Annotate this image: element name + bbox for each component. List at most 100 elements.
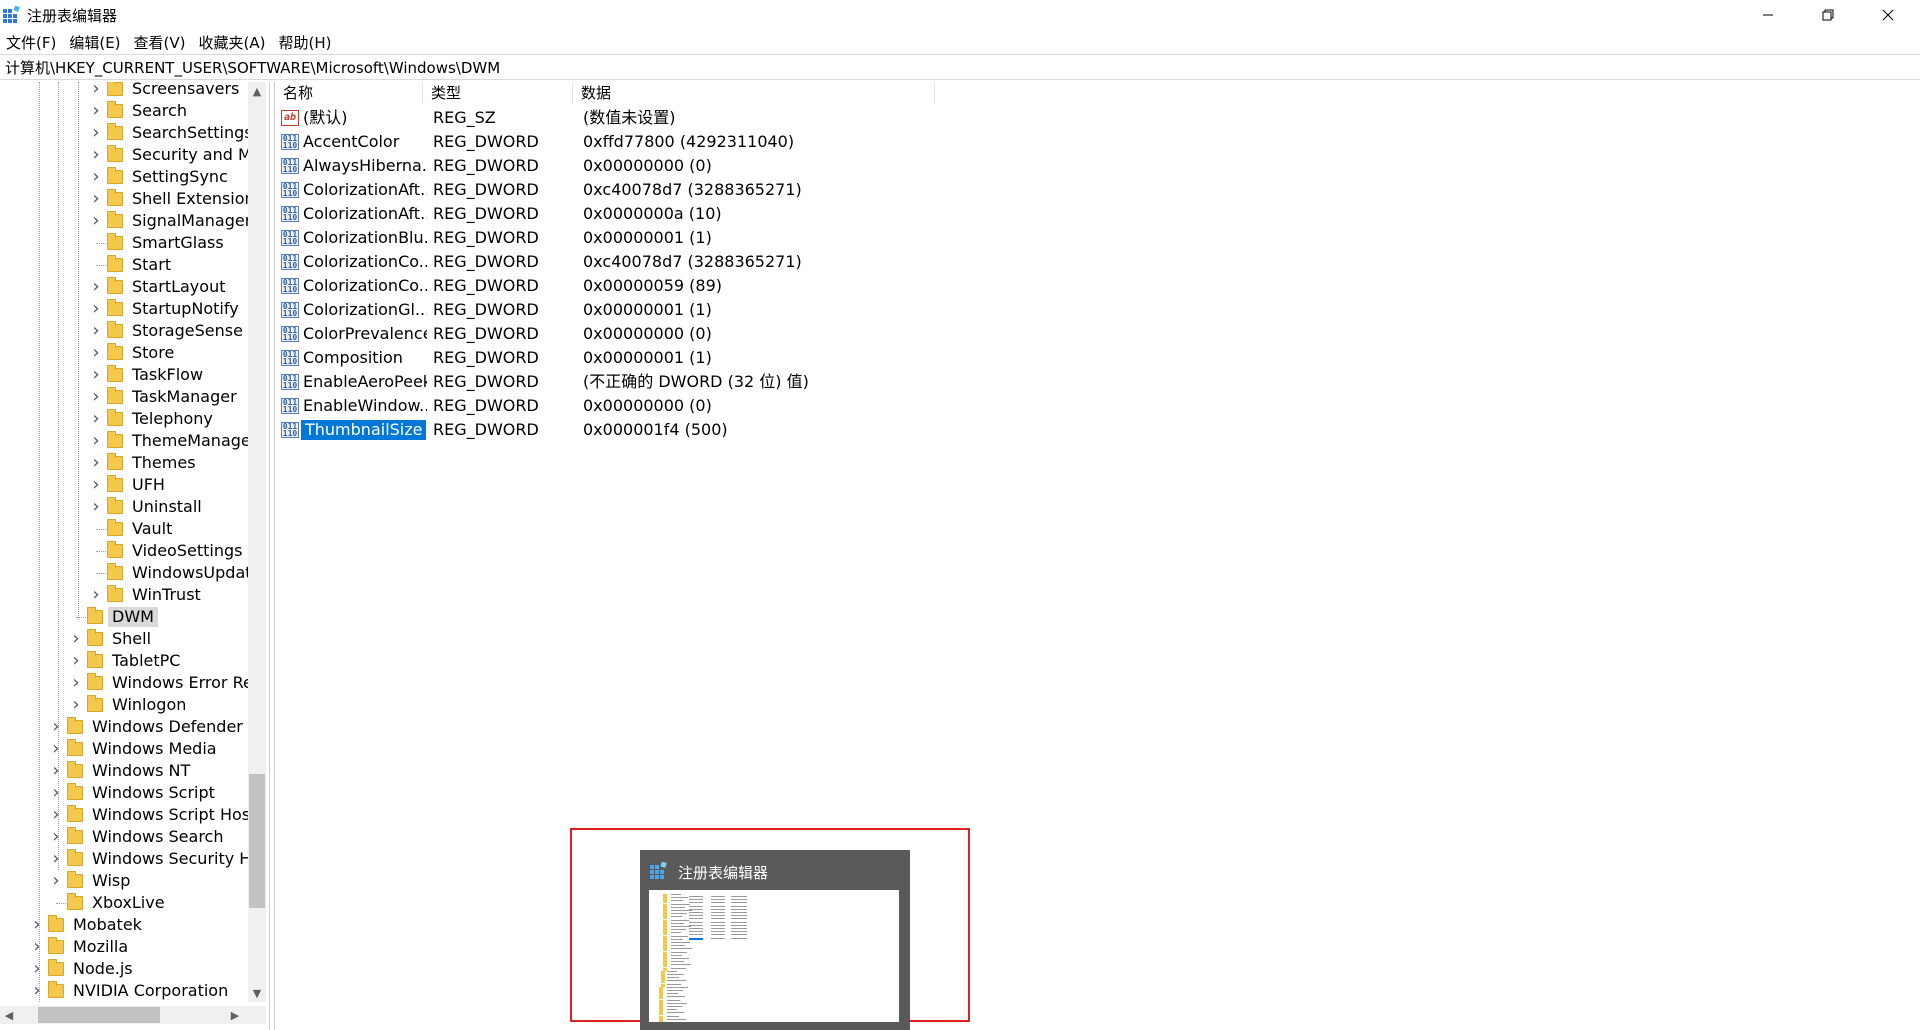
tree-item[interactable]: › Security and Ma: [0, 144, 248, 166]
chevron-right-icon[interactable]: ›: [50, 782, 62, 804]
chevron-right-icon[interactable]: ›: [90, 298, 102, 320]
tree-item[interactable]: › Windows Security He: [0, 848, 248, 870]
tree-item[interactable]: › Mozilla: [0, 936, 248, 958]
chevron-right-icon[interactable]: ›: [90, 320, 102, 342]
tree-item[interactable]: SmartGlass: [0, 232, 248, 254]
chevron-right-icon[interactable]: ›: [90, 144, 102, 166]
chevron-right-icon[interactable]: ›: [90, 188, 102, 210]
tree-item[interactable]: › Windows Defender Se: [0, 716, 248, 738]
chevron-right-icon[interactable]: ›: [90, 496, 102, 518]
tree-item[interactable]: › Shell Extensions: [0, 188, 248, 210]
tree-item[interactable]: Start: [0, 254, 248, 276]
menu-file[interactable]: 文件(F): [6, 32, 56, 53]
tree-item[interactable]: › TaskManager: [0, 386, 248, 408]
tree-item[interactable]: › Store: [0, 342, 248, 364]
tree-item[interactable]: › Windows Media: [0, 738, 248, 760]
chevron-right-icon[interactable]: ›: [90, 276, 102, 298]
chevron-right-icon[interactable]: ›: [90, 474, 102, 496]
tree-item[interactable]: › Node.js: [0, 958, 248, 980]
value-row[interactable]: 011 110 ColorPrevalence REG_DWORD 0x00000000…: [275, 322, 1175, 346]
tree-item[interactable]: › SignalManager: [0, 210, 248, 232]
chevron-right-icon[interactable]: ›: [50, 804, 62, 826]
menu-view[interactable]: 查看(V): [134, 32, 186, 53]
column-type-header[interactable]: 类型: [423, 82, 573, 104]
menu-help[interactable]: 帮助(H): [278, 32, 331, 53]
value-row[interactable]: 011 110 Composition REG_DWORD 0x00000001 (1): [275, 346, 1175, 370]
scroll-left-icon[interactable]: ◀: [0, 1006, 18, 1024]
tree-item[interactable]: › Windows NT: [0, 760, 248, 782]
tree-item[interactable]: › ThemeManager: [0, 430, 248, 452]
tree-item[interactable]: › StorageSense: [0, 320, 248, 342]
tree-item[interactable]: › Shell: [0, 628, 248, 650]
value-row[interactable]: 011 110 ColorizationGl... REG_DWORD 0x000000…: [275, 298, 1175, 322]
tree-item[interactable]: › Themes: [0, 452, 248, 474]
tree-vertical-scrollbar[interactable]: ▲ ▼: [248, 82, 266, 1002]
tree-item[interactable]: › TaskFlow: [0, 364, 248, 386]
tree-hscroll-thumb[interactable]: [38, 1007, 160, 1023]
tree-item[interactable]: › Mobatek: [0, 914, 248, 936]
value-row[interactable]: ab (默认) REG_SZ (数值未设置): [275, 106, 1175, 130]
tree-item[interactable]: › Windows Search: [0, 826, 248, 848]
tree-item[interactable]: WindowsUpdate: [0, 562, 248, 584]
chevron-right-icon[interactable]: ›: [31, 980, 43, 1002]
address-bar[interactable]: 计算机\HKEY_CURRENT_USER\SOFTWARE\Microsoft…: [0, 54, 1920, 80]
chevron-right-icon[interactable]: ›: [70, 628, 82, 650]
value-row[interactable]: 011 110 ColorizationCo... REG_DWORD 0xc40078…: [275, 250, 1175, 274]
taskbar-thumbnail[interactable]: 注册表编辑器: [640, 850, 910, 1030]
tree-item[interactable]: › Wisp: [0, 870, 248, 892]
tree-item[interactable]: DWM: [0, 606, 248, 628]
chevron-right-icon[interactable]: ›: [50, 870, 62, 892]
column-name-header[interactable]: 名称: [275, 82, 423, 104]
tree-item[interactable]: VideoSettings: [0, 540, 248, 562]
tree-item[interactable]: › TabletPC: [0, 650, 248, 672]
value-row[interactable]: 011 110 ColorizationCo... REG_DWORD 0x000000…: [275, 274, 1175, 298]
chevron-right-icon[interactable]: ›: [90, 100, 102, 122]
tree-item[interactable]: › Screensavers: [0, 82, 248, 100]
tree-item[interactable]: › StartLayout: [0, 276, 248, 298]
chevron-right-icon[interactable]: ›: [90, 452, 102, 474]
tree-item[interactable]: › Windows Script Host: [0, 804, 248, 826]
chevron-right-icon[interactable]: ›: [31, 914, 43, 936]
value-row[interactable]: 011 110 ColorizationAft... REG_DWORD 0xc4007…: [275, 178, 1175, 202]
close-button[interactable]: [1859, 0, 1917, 30]
chevron-right-icon[interactable]: ›: [90, 584, 102, 606]
chevron-right-icon[interactable]: ›: [70, 694, 82, 716]
value-row[interactable]: 011 110 EnableAeroPeek REG_DWORD (不正确的 DWORD…: [275, 370, 1175, 394]
value-row[interactable]: 011 110 ColorizationAft... REG_DWORD 0x00000…: [275, 202, 1175, 226]
tree-item[interactable]: › Telephony: [0, 408, 248, 430]
scroll-up-icon[interactable]: ▲: [248, 82, 266, 100]
scroll-right-icon[interactable]: ▶: [226, 1006, 244, 1024]
chevron-right-icon[interactable]: ›: [90, 386, 102, 408]
tree-scroll-thumb[interactable]: [249, 774, 265, 908]
value-row[interactable]: 011 110 AccentColor REG_DWORD 0xffd77800 (42…: [275, 130, 1175, 154]
tree-item[interactable]: › Search: [0, 100, 248, 122]
chevron-right-icon[interactable]: ›: [50, 738, 62, 760]
tree-item[interactable]: › Windows Error Rep: [0, 672, 248, 694]
chevron-right-icon[interactable]: ›: [90, 364, 102, 386]
value-row[interactable]: 011 110 EnableWindow... REG_DWORD 0x00000000…: [275, 394, 1175, 418]
chevron-right-icon[interactable]: ›: [90, 82, 102, 100]
chevron-right-icon[interactable]: ›: [90, 166, 102, 188]
value-row[interactable]: 011 110 ThumbnailSize REG_DWORD 0x000001f4 (…: [275, 418, 1175, 442]
chevron-right-icon[interactable]: ›: [50, 716, 62, 738]
column-data-header[interactable]: 数据: [573, 82, 935, 104]
chevron-right-icon[interactable]: ›: [90, 210, 102, 232]
tree-item[interactable]: › UFH: [0, 474, 248, 496]
chevron-right-icon[interactable]: ›: [90, 430, 102, 452]
minimize-button[interactable]: [1739, 0, 1797, 30]
chevron-right-icon[interactable]: ›: [90, 122, 102, 144]
chevron-right-icon[interactable]: ›: [50, 848, 62, 870]
value-row[interactable]: 011 110 ColorizationBlu... REG_DWORD 0x00000…: [275, 226, 1175, 250]
tree-item[interactable]: › Windows Script: [0, 782, 248, 804]
chevron-right-icon[interactable]: ›: [90, 342, 102, 364]
tree-item[interactable]: XboxLive: [0, 892, 248, 914]
chevron-right-icon[interactable]: ›: [50, 760, 62, 782]
tree-item[interactable]: › WinTrust: [0, 584, 248, 606]
value-row[interactable]: 011 110 AlwaysHiberna... REG_DWORD 0x0000000…: [275, 154, 1175, 178]
chevron-right-icon[interactable]: ›: [50, 826, 62, 848]
chevron-right-icon[interactable]: ›: [31, 936, 43, 958]
chevron-right-icon[interactable]: ›: [70, 672, 82, 694]
tree-horizontal-scrollbar[interactable]: ◀ ▶: [0, 1006, 266, 1024]
tree-item[interactable]: › Winlogon: [0, 694, 248, 716]
tree-item[interactable]: › StartupNotify: [0, 298, 248, 320]
